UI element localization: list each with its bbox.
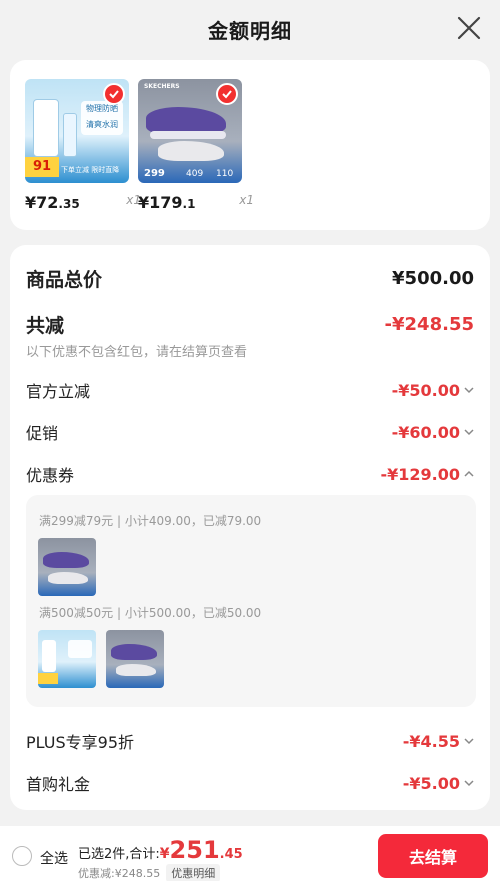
- selected-total: 已选2件,合计: ¥ 251 .45: [78, 836, 243, 864]
- thumb-brand: SKECHERS: [144, 83, 180, 90]
- discount-row: 共减 -¥248.55: [26, 314, 474, 337]
- coupon-line: 满299减79元 | 小计409.00，已减79.00: [39, 514, 262, 528]
- select-all-radio[interactable]: [12, 846, 32, 866]
- product-thumbnail: 物理防晒 清爽水润 91 下单立减 限时直降: [25, 79, 129, 183]
- product-item[interactable]: SKECHERS 299 409 110 ¥179 .1 x1: [138, 79, 254, 212]
- discount-summary: 优惠减:¥248.55 优惠明细: [78, 864, 221, 881]
- thumb-promo-text: 下单立减 限时直降: [61, 166, 120, 174]
- check-icon[interactable]: [216, 83, 238, 105]
- close-icon[interactable]: [456, 15, 482, 41]
- discount-item-first-purchase[interactable]: 首购礼金 -¥5.00: [26, 771, 474, 795]
- discount-item-promotion[interactable]: 促销 -¥60.00: [26, 420, 474, 444]
- chevron-down-icon: [464, 780, 474, 787]
- chevron-down-icon: [464, 429, 474, 436]
- page-title: 金额明细: [208, 18, 292, 43]
- chevron-up-icon: [464, 470, 474, 477]
- coupon-product-thumbnail: [38, 630, 96, 688]
- checkout-button[interactable]: 去结算: [378, 834, 488, 878]
- thumb-badge: 物理防晒 清爽水润: [81, 101, 123, 135]
- discount-note: 以下优惠不包含红包，请在结算页查看: [26, 345, 248, 360]
- discount-detail-tag[interactable]: 优惠明细: [166, 864, 221, 881]
- header: 金额明细: [0, 0, 500, 58]
- thumb-price-tag: 91: [25, 157, 59, 177]
- checkout-bar: 全选 已选2件,合计: ¥ 251 .45 优惠减:¥248.55 优惠明细 去…: [0, 826, 500, 881]
- coupon-product-thumbnail: [38, 538, 96, 596]
- discount-item-coupon[interactable]: 优惠券 -¥129.00: [26, 462, 474, 486]
- product-item[interactable]: 物理防晒 清爽水润 91 下单立减 限时直降 ¥72 .35 x1: [25, 79, 141, 212]
- thumb-price: 299: [144, 168, 165, 179]
- quantity: x1: [239, 193, 254, 207]
- discount-item-official[interactable]: 官方立减 -¥50.00: [26, 378, 474, 402]
- product-price: ¥179 .1 x1: [138, 193, 254, 212]
- thumb-price: 110: [216, 169, 234, 179]
- coupon-product-thumbnail: [106, 630, 164, 688]
- product-price: ¥72 .35 x1: [25, 193, 141, 212]
- total-row: 商品总价 ¥500.00: [26, 268, 474, 291]
- chevron-down-icon: [464, 387, 474, 394]
- coupon-detail: 满299减79元 | 小计409.00，已减79.00 满500减50元 | 小…: [26, 495, 476, 707]
- select-all-label[interactable]: 全选: [40, 848, 68, 868]
- product-thumbnail: SKECHERS 299 409 110: [138, 79, 242, 183]
- product-list: 物理防晒 清爽水润 91 下单立减 限时直降 ¥72 .35 x1 SKECHER…: [10, 60, 490, 230]
- price-summary: 商品总价 ¥500.00 共减 -¥248.55 以下优惠不包含红包，请在结算页…: [10, 245, 490, 810]
- discount-item-plus[interactable]: PLUS专享95折 -¥4.55: [26, 729, 474, 753]
- check-icon[interactable]: [103, 83, 125, 105]
- thumb-price: 409: [186, 169, 204, 179]
- chevron-down-icon: [464, 738, 474, 745]
- coupon-line: 满500减50元 | 小计500.00，已减50.00: [39, 606, 262, 620]
